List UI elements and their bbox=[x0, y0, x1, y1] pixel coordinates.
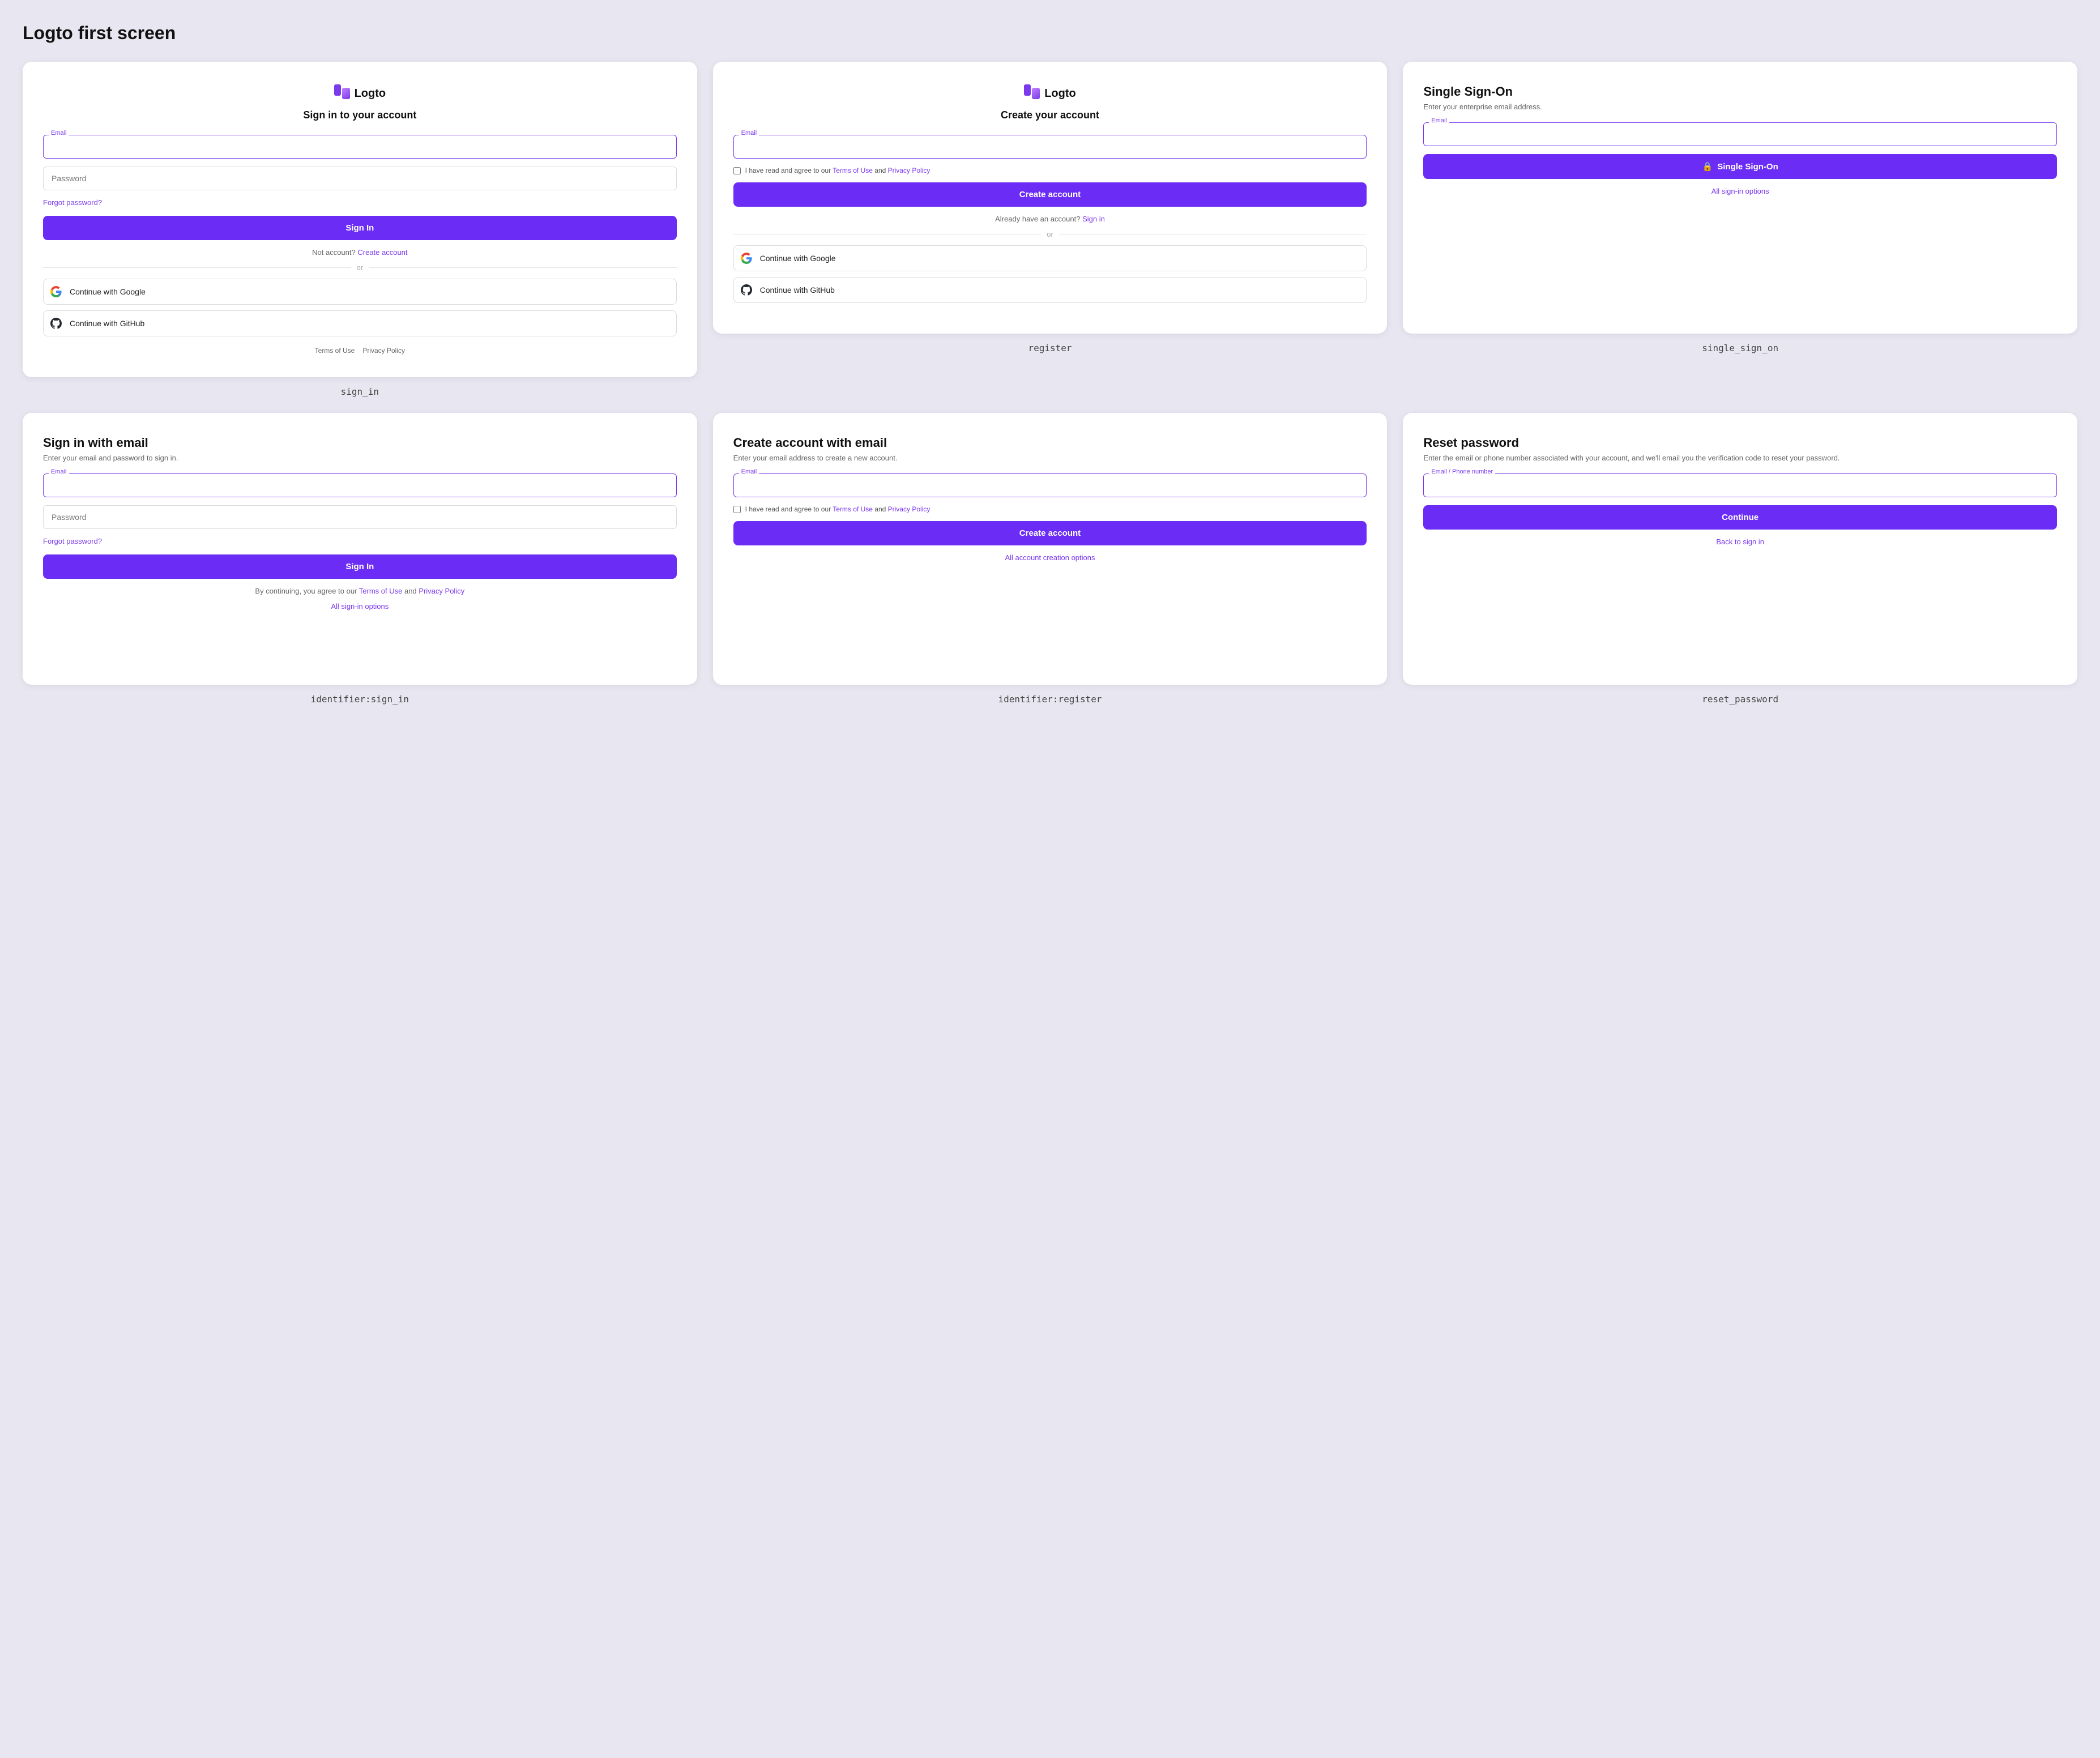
email-input-signin[interactable] bbox=[43, 135, 677, 159]
google-icon-signin bbox=[50, 286, 62, 297]
sign-in-card: Logto Sign in to your account Email Forg… bbox=[23, 62, 697, 377]
sign-in-button-id-signin[interactable]: Sign In bbox=[43, 554, 677, 579]
email-input-register[interactable] bbox=[733, 135, 1367, 159]
all-sign-in-options-link[interactable]: All sign-in options bbox=[1423, 187, 2057, 195]
logto-logo-text-signin: Logto bbox=[355, 87, 386, 100]
reset-password-subtitle: Enter the email or phone number associat… bbox=[1423, 454, 2057, 462]
create-account-button-register[interactable]: Create account bbox=[733, 182, 1367, 207]
id-register-card-wrapper: Create account with email Enter your ema… bbox=[713, 413, 1388, 705]
id-signin-subtitle: Enter your email and password to sign in… bbox=[43, 454, 677, 462]
sso-label: single_sign_on bbox=[1702, 343, 1778, 353]
logo-area-signin: Logto bbox=[43, 84, 677, 103]
back-to-sign-in-link[interactable]: Back to sign in bbox=[1423, 537, 2057, 546]
reset-password-title: Reset password bbox=[1423, 436, 2057, 450]
password-input-id-signin[interactable] bbox=[43, 505, 677, 529]
continue-button-reset[interactable]: Continue bbox=[1423, 505, 2057, 530]
terms-checkbox-id-register[interactable] bbox=[733, 506, 741, 513]
email-label-sso: Email bbox=[1429, 117, 1449, 124]
id-signin-card: Sign in with email Enter your email and … bbox=[23, 413, 697, 685]
terms-link-register[interactable]: Terms of Use bbox=[833, 167, 873, 174]
privacy-link-signin[interactable]: Privacy Policy bbox=[362, 347, 405, 355]
logto-logo-icon-register bbox=[1024, 84, 1040, 103]
reset-password-label: reset_password bbox=[1702, 694, 1778, 705]
email-input-id-register[interactable] bbox=[733, 473, 1367, 497]
no-account-text: Not account? Create account bbox=[43, 248, 677, 257]
field-input-reset[interactable] bbox=[1423, 473, 2057, 497]
already-account-text: Already have an account? Sign in bbox=[733, 215, 1367, 223]
all-creation-options-link[interactable]: All account creation options bbox=[733, 553, 1367, 562]
google-button-register[interactable]: Continue with Google bbox=[733, 245, 1367, 271]
logto-logo-text-register: Logto bbox=[1044, 87, 1076, 100]
email-input-group-register: Email bbox=[733, 135, 1367, 159]
email-input-sso[interactable] bbox=[1423, 122, 2057, 146]
github-icon-register bbox=[741, 284, 752, 296]
id-register-title: Create account with email bbox=[733, 436, 1367, 450]
id-register-card: Create account with email Enter your ema… bbox=[713, 413, 1388, 685]
email-input-group-id-register: Email bbox=[733, 473, 1367, 497]
register-card-wrapper: Logto Create your account Email I have r… bbox=[713, 62, 1388, 397]
create-account-link-signin[interactable]: Create account bbox=[357, 248, 407, 257]
divider-register: or bbox=[733, 230, 1367, 238]
terms-text-id-signin: By continuing, you agree to our Terms of… bbox=[43, 587, 677, 595]
email-label-register: Email bbox=[739, 130, 759, 136]
github-button-signin[interactable]: Continue with GitHub bbox=[43, 310, 677, 336]
terms-row-register: I have read and agree to our Terms of Us… bbox=[733, 167, 1367, 174]
divider-signin: or bbox=[43, 263, 677, 272]
github-button-register[interactable]: Continue with GitHub bbox=[733, 277, 1367, 303]
password-input-group-id-signin bbox=[43, 505, 677, 529]
github-icon-signin bbox=[50, 318, 62, 329]
register-card: Logto Create your account Email I have r… bbox=[713, 62, 1388, 334]
sign-in-link-register[interactable]: Sign in bbox=[1082, 215, 1105, 223]
sign-in-button-signin[interactable]: Sign In bbox=[43, 216, 677, 240]
password-input-group-signin bbox=[43, 167, 677, 190]
reset-password-card-wrapper: Reset password Enter the email or phone … bbox=[1403, 413, 2077, 705]
cards-grid: Logto Sign in to your account Email Forg… bbox=[23, 62, 2077, 705]
sso-subtitle: Enter your enterprise email address. bbox=[1423, 103, 2057, 111]
logto-logo-icon-signin bbox=[334, 84, 350, 103]
page-title: Logto first screen bbox=[23, 23, 2077, 44]
sign-in-label: sign_in bbox=[341, 386, 379, 397]
all-sign-in-options-link-id[interactable]: All sign-in options bbox=[43, 602, 677, 611]
lock-icon: 🔒 bbox=[1702, 161, 1713, 172]
id-signin-label: identifier:sign_in bbox=[311, 694, 409, 705]
id-register-label: identifier:register bbox=[998, 694, 1102, 705]
email-label-id-signin: Email bbox=[49, 468, 69, 475]
reset-password-card: Reset password Enter the email or phone … bbox=[1403, 413, 2077, 685]
email-input-group-sso: Email bbox=[1423, 122, 2057, 146]
forgot-password-link-signin[interactable]: Forgot password? bbox=[43, 198, 677, 207]
sso-title: Single Sign-On bbox=[1423, 84, 2057, 99]
terms-checkbox-register[interactable] bbox=[733, 167, 741, 174]
field-label-reset: Email / Phone number bbox=[1429, 468, 1495, 475]
register-title: Create your account bbox=[733, 109, 1367, 121]
forgot-password-link-id-signin[interactable]: Forgot password? bbox=[43, 537, 677, 545]
email-label-id-register: Email bbox=[739, 468, 759, 475]
email-label-signin: Email bbox=[49, 130, 69, 136]
privacy-link-register[interactable]: Privacy Policy bbox=[888, 167, 931, 174]
id-register-subtitle: Enter your email address to create a new… bbox=[733, 454, 1367, 462]
privacy-link-id-signin[interactable]: Privacy Policy bbox=[419, 587, 464, 595]
footer-links-signin: Terms of Use Privacy Policy bbox=[43, 347, 677, 355]
field-input-group-reset: Email / Phone number bbox=[1423, 473, 2057, 497]
terms-link-id-signin[interactable]: Terms of Use bbox=[359, 587, 403, 595]
sso-button[interactable]: 🔒 Single Sign-On bbox=[1423, 154, 2057, 179]
privacy-link-id-register[interactable]: Privacy Policy bbox=[888, 505, 931, 513]
signin-title: Sign in to your account bbox=[43, 109, 677, 121]
google-button-signin[interactable]: Continue with Google bbox=[43, 279, 677, 305]
sso-card: Single Sign-On Enter your enterprise ema… bbox=[1403, 62, 2077, 334]
password-input-signin[interactable] bbox=[43, 167, 677, 190]
id-signin-title: Sign in with email bbox=[43, 436, 677, 450]
terms-link-id-register[interactable]: Terms of Use bbox=[833, 505, 873, 513]
create-account-button-id-register[interactable]: Create account bbox=[733, 521, 1367, 545]
email-input-id-signin[interactable] bbox=[43, 473, 677, 497]
terms-row-id-register: I have read and agree to our Terms of Us… bbox=[733, 505, 1367, 513]
terms-link-signin[interactable]: Terms of Use bbox=[315, 347, 355, 355]
id-signin-card-wrapper: Sign in with email Enter your email and … bbox=[23, 413, 697, 705]
sso-card-wrapper: Single Sign-On Enter your enterprise ema… bbox=[1403, 62, 2077, 397]
sign-in-card-wrapper: Logto Sign in to your account Email Forg… bbox=[23, 62, 697, 397]
email-input-group-signin: Email bbox=[43, 135, 677, 159]
google-icon-register bbox=[741, 253, 752, 264]
email-input-group-id-signin: Email bbox=[43, 473, 677, 497]
logo-area-register: Logto bbox=[733, 84, 1367, 103]
register-label: register bbox=[1028, 343, 1072, 353]
